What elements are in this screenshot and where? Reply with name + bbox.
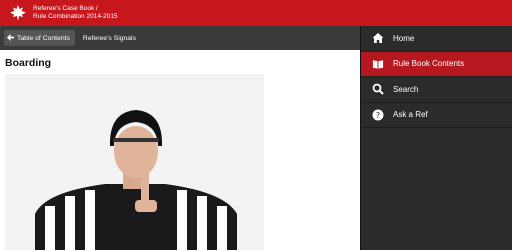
breadcrumb: Referee's Signals bbox=[82, 34, 136, 42]
navigation-drawer: Home Rule Book Contents Search ? Ask a R… bbox=[360, 26, 512, 250]
back-arrow-icon bbox=[7, 33, 14, 43]
app-title-line1: Referee's Case Book / bbox=[33, 5, 98, 12]
table-of-contents-button[interactable]: Table of Contents bbox=[4, 30, 75, 46]
toolbar: Table of Contents Referee's Signals bbox=[0, 26, 360, 50]
search-icon bbox=[372, 83, 384, 95]
drawer-item-label: Rule Book Contents bbox=[393, 59, 465, 69]
main-content: Boarding bbox=[0, 50, 360, 250]
help-icon: ? bbox=[372, 109, 384, 121]
svg-text:?: ? bbox=[376, 111, 380, 120]
drawer-item-home[interactable]: Home bbox=[361, 26, 512, 52]
drawer-item-label: Search bbox=[393, 84, 419, 94]
page-title: Boarding bbox=[5, 57, 52, 69]
home-icon bbox=[372, 32, 384, 44]
drawer-item-rule-book-contents[interactable]: Rule Book Contents bbox=[361, 51, 512, 77]
drawer-item-ask-a-ref[interactable]: ? Ask a Ref bbox=[361, 103, 512, 128]
hockey-canada-logo-icon bbox=[8, 3, 28, 23]
drawer-item-label: Ask a Ref bbox=[393, 110, 428, 120]
app-header: Referee's Case Book / Rule Combination 2… bbox=[0, 0, 512, 26]
app-window: Referee's Case Book / Rule Combination 2… bbox=[0, 0, 512, 250]
referee-signal-photo bbox=[5, 74, 264, 250]
app-title-line2: Rule Combination 2014-2015 bbox=[33, 13, 118, 20]
drawer-item-search[interactable]: Search bbox=[361, 77, 512, 103]
app-title: Referee's Case Book / Rule Combination 2… bbox=[33, 5, 118, 21]
book-icon bbox=[372, 58, 384, 70]
drawer-item-label: Home bbox=[393, 33, 415, 43]
back-button-label: Table of Contents bbox=[17, 34, 70, 42]
